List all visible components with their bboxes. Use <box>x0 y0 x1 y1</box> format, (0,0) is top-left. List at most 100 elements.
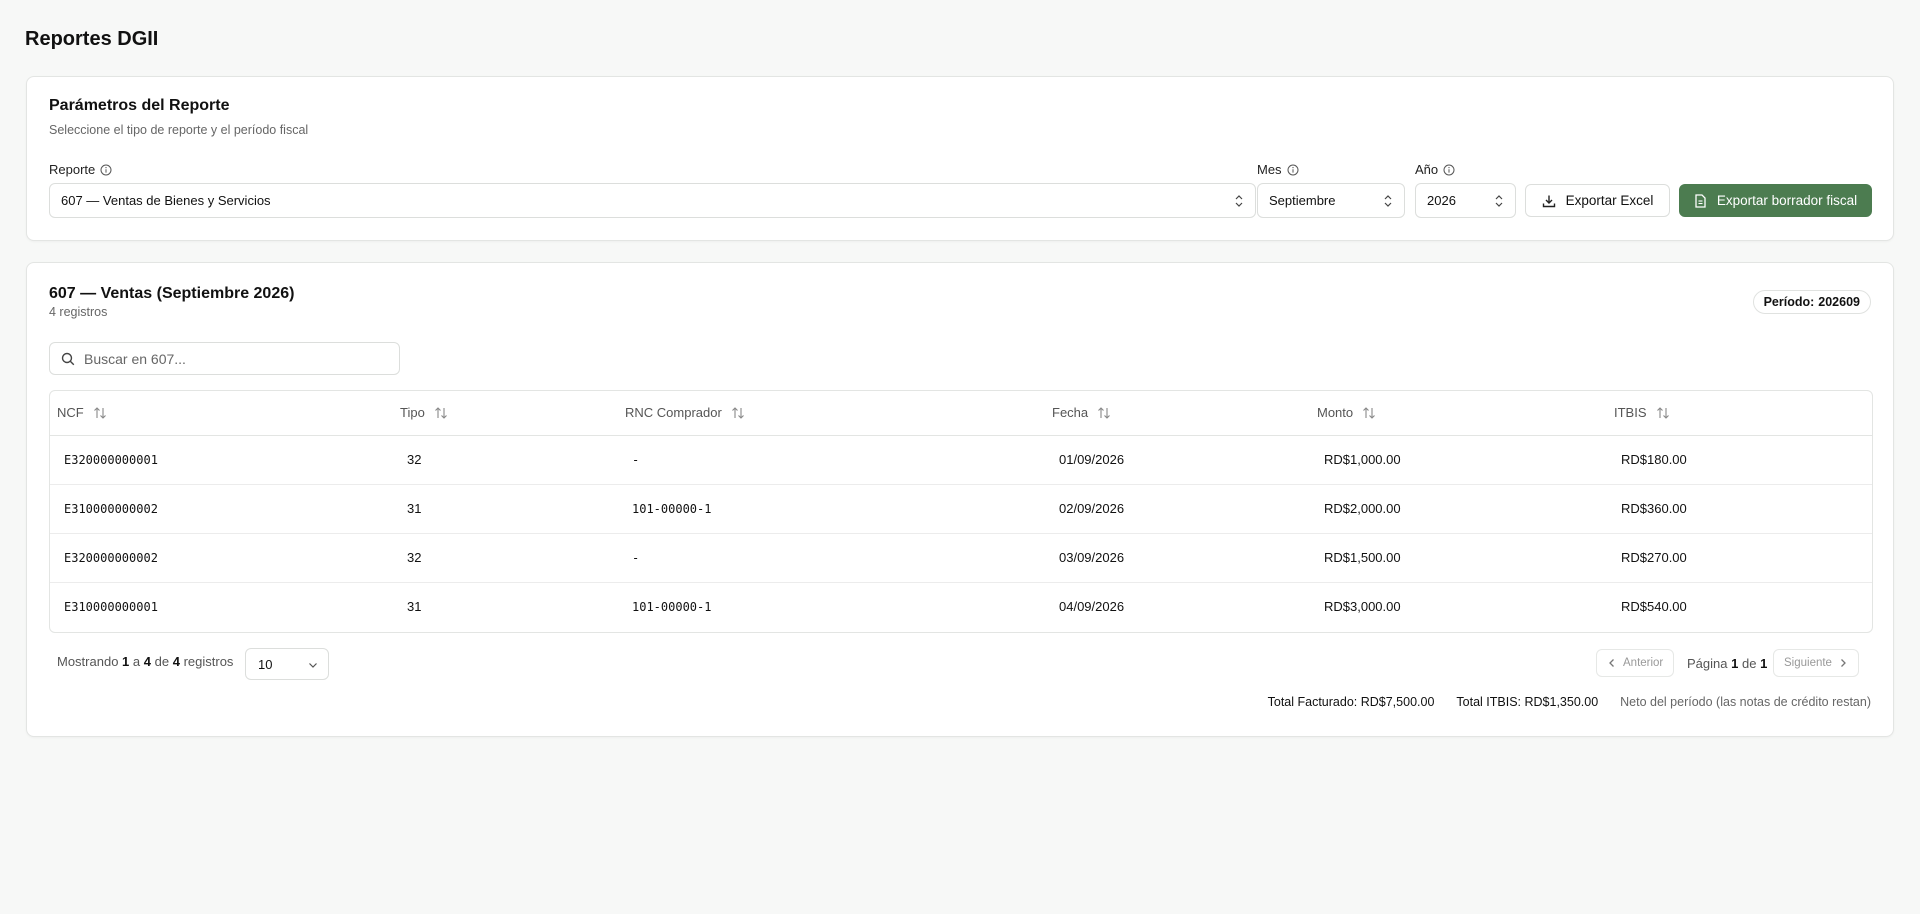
showing-of-word: de <box>154 654 170 669</box>
cell-rnc-comprador: - <box>618 435 1045 485</box>
cell-ncf: E310000000001 <box>64 599 158 614</box>
page-indicator: Página 1 de 1 <box>1687 656 1767 671</box>
info-icon[interactable] <box>1443 164 1455 176</box>
report-label-text: Reporte <box>49 162 96 177</box>
previous-page-button[interactable]: Anterior <box>1596 649 1675 677</box>
info-icon[interactable] <box>100 164 112 176</box>
sort-icon[interactable] <box>434 406 448 420</box>
cell-rnc-comprador: 101-00000-1 <box>632 599 712 614</box>
column-header-monto[interactable]: Monto <box>1310 391 1607 436</box>
showing-prefix: Mostrando <box>57 654 119 669</box>
sort-icon[interactable] <box>1362 406 1376 420</box>
cell-tipo: 31 <box>407 599 422 615</box>
report-results-card: 607 — Ventas (Septiembre 2026) 4 registr… <box>26 262 1894 737</box>
report-select[interactable]: 607 — Ventas de Bienes y Servicios <box>49 183 1256 218</box>
table-row[interactable]: E310000000001 31 101-00000-1 04/09/2026 … <box>50 582 1872 631</box>
cell-itbis: RD$180.00 <box>1607 435 1872 485</box>
showing-to: 4 <box>143 654 151 669</box>
totals-bar: Total Facturado: RD$7,500.00 Total ITBIS… <box>1268 695 1871 709</box>
year-select-value: 2026 <box>1427 193 1456 208</box>
year-select[interactable]: 2026 <box>1415 183 1516 218</box>
month-label-text: Mes <box>1257 162 1282 177</box>
table-row[interactable]: E320000000002 32 - 03/09/2026 RD$1,500.0… <box>50 533 1872 583</box>
page-word: Página <box>1687 656 1728 671</box>
report-parameters-card: Parámetros del Reporte Seleccione el tip… <box>26 76 1894 241</box>
cell-ncf: E320000000001 <box>50 435 393 485</box>
chevron-up-down-icon <box>1495 195 1503 207</box>
cell-monto: RD$1,000.00 <box>1310 435 1607 485</box>
period-badge-label: Período: <box>1763 295 1815 309</box>
showing-records-word: registros <box>183 654 234 669</box>
period-badge: Período: 202609 <box>1752 290 1871 314</box>
column-header-label: Fecha <box>1052 405 1089 421</box>
sort-icon[interactable] <box>731 406 745 420</box>
cell-tipo: 32 <box>393 435 618 485</box>
page-size-select[interactable]: 10 <box>245 648 329 680</box>
month-select-value: Septiembre <box>1269 193 1336 208</box>
chevron-up-down-icon <box>1384 195 1392 207</box>
chevron-up-down-icon <box>1235 195 1243 207</box>
cell-itbis: RD$540.00 <box>1621 599 1687 615</box>
table-row[interactable]: E320000000001 32 - 01/09/2026 RD$1,000.0… <box>50 435 1872 485</box>
page-of-word: de <box>1741 656 1757 671</box>
sort-icon[interactable] <box>1097 406 1111 420</box>
results-count: 4 registros <box>49 305 108 319</box>
chevron-right-icon <box>1841 659 1846 667</box>
cell-ncf: E320000000002 <box>50 533 393 583</box>
year-label: Año <box>1415 162 1455 177</box>
cell-itbis: RD$270.00 <box>1607 533 1872 583</box>
cell-fecha: 01/09/2026 <box>1045 435 1310 485</box>
month-label: Mes <box>1257 162 1299 177</box>
column-header-label: NCF <box>57 405 84 421</box>
chevron-down-icon <box>309 663 317 668</box>
cell-monto: RD$3,000.00 <box>1324 599 1401 615</box>
next-page-button[interactable]: Siguiente <box>1773 649 1859 677</box>
previous-page-label: Anterior <box>1623 657 1664 669</box>
showing-from: 1 <box>122 654 130 669</box>
column-header-ncf[interactable]: NCF <box>50 391 393 436</box>
cell-tipo: 32 <box>393 533 618 583</box>
sort-icon[interactable] <box>93 406 107 420</box>
cell-fecha: 03/09/2026 <box>1045 533 1310 583</box>
info-icon[interactable] <box>1287 164 1299 176</box>
cell-fecha: 02/09/2026 <box>1045 484 1310 534</box>
next-page-label: Siguiente <box>1784 657 1832 669</box>
page-size-value: 10 <box>258 656 273 672</box>
showing-total: 4 <box>172 654 180 669</box>
column-header-label: RNC Comprador <box>625 405 722 421</box>
cell-ncf: E310000000002 <box>50 484 393 534</box>
month-select[interactable]: Septiembre <box>1257 183 1405 218</box>
year-label-text: Año <box>1415 162 1439 177</box>
export-fiscal-draft-button[interactable]: Exportar borrador fiscal <box>1679 184 1872 217</box>
net-period-note: Neto del período (las notas de crédito r… <box>1620 695 1871 709</box>
column-header-tipo[interactable]: Tipo <box>393 391 618 436</box>
search-icon <box>61 352 75 365</box>
cell-tipo: 31 <box>393 484 618 534</box>
column-header-fecha[interactable]: Fecha <box>1045 391 1310 436</box>
total-billed: Total Facturado: RD$7,500.00 <box>1267 695 1435 709</box>
chevron-left-icon <box>1609 659 1614 667</box>
export-excel-button[interactable]: Exportar Excel <box>1525 184 1670 217</box>
total-pages: 1 <box>1760 656 1768 671</box>
showing-records-text: Mostrando 1 a 4 de 4 registros <box>57 654 233 669</box>
cell-monto: RD$1,500.00 <box>1310 533 1607 583</box>
sort-icon[interactable] <box>1656 406 1670 420</box>
results-title: 607 — Ventas (Septiembre 2026) <box>49 285 295 302</box>
cell-rnc-comprador: 101-00000-1 <box>618 484 1045 534</box>
cell-fecha: 04/09/2026 <box>1059 599 1125 615</box>
table-row[interactable]: E310000000002 31 101-00000-1 02/09/2026 … <box>50 484 1872 534</box>
search-box[interactable] <box>49 342 400 375</box>
total-itbis: Total ITBIS: RD$1,350.00 <box>1456 695 1599 709</box>
column-header-label: ITBIS <box>1614 405 1647 421</box>
download-icon <box>1542 195 1555 207</box>
column-header-label: Tipo <box>400 405 425 421</box>
column-header-itbis[interactable]: ITBIS <box>1607 391 1872 436</box>
cell-itbis: RD$360.00 <box>1607 484 1872 534</box>
column-header-rnc-comprador[interactable]: RNC Comprador <box>618 391 1045 436</box>
search-input[interactable] <box>84 350 384 367</box>
report-select-value: 607 — Ventas de Bienes y Servicios <box>61 193 271 208</box>
parameters-subtitle: Seleccione el tipo de reporte y el perío… <box>49 123 309 137</box>
table-header-row: NCF Tipo RNC Comprador Fecha Monto ITBIS <box>50 391 1872 436</box>
export-excel-label: Exportar Excel <box>1565 193 1654 208</box>
records-table: NCF Tipo RNC Comprador Fecha Monto ITBIS… <box>49 390 1873 633</box>
